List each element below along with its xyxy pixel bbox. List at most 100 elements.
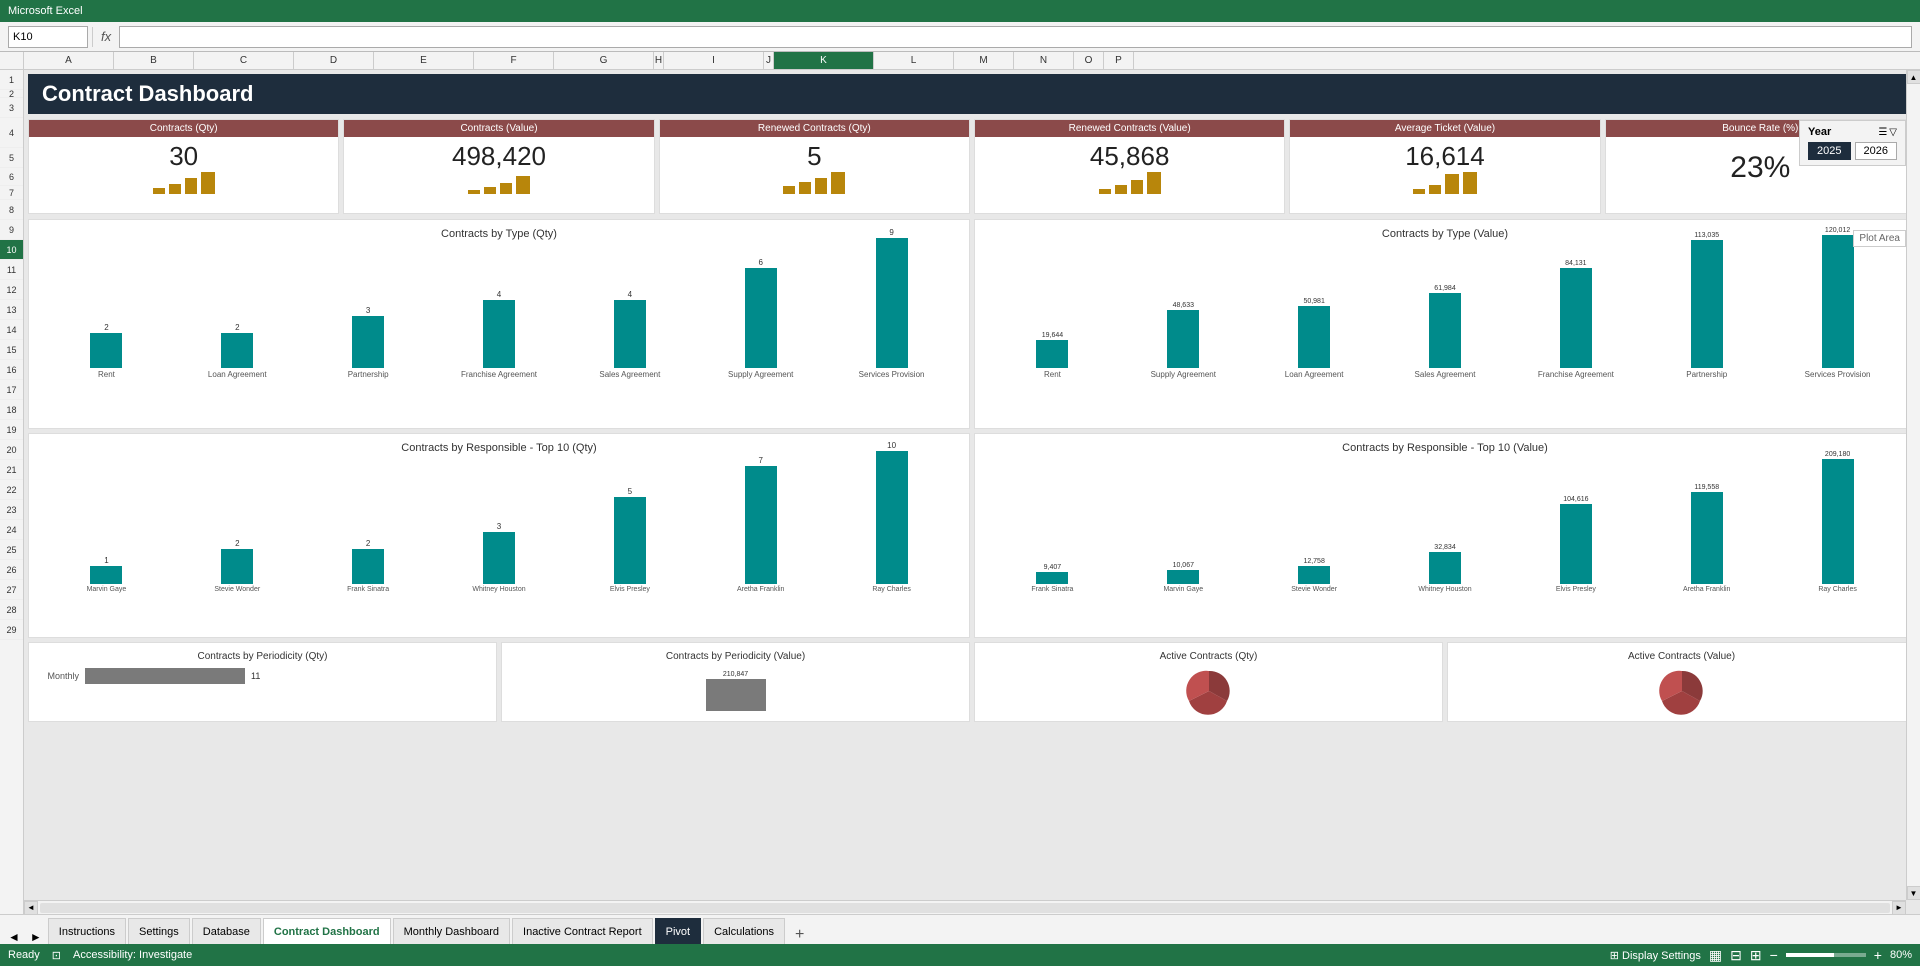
dashboard-title: Contract Dashboard [28, 74, 1916, 114]
col-header-h[interactable]: H [654, 52, 664, 69]
normal-view-icon[interactable]: ▦ [1709, 947, 1722, 964]
kpi-value-avg-ticket: 16,614 [1290, 137, 1599, 172]
dashboard-area: Contract Dashboard Contracts (Qty) 30 [24, 70, 1920, 914]
formula-bar-divider [92, 27, 93, 47]
scroll-down-btn[interactable]: ▼ [1907, 886, 1920, 900]
chart-type-qty-title: Contracts by Type (Qty) [37, 228, 961, 240]
col-header-g[interactable]: G [554, 52, 654, 69]
name-box[interactable]: K10 [8, 26, 88, 48]
scroll-left-btn[interactable]: ◄ [24, 901, 38, 915]
kpi-card-value: Contracts (Value) 498,420 [343, 119, 654, 214]
excel-topbar: Microsoft Excel [0, 0, 1920, 22]
chart-period-qty: Contracts by Periodicity (Qty) Monthly 1… [28, 642, 497, 722]
kpi-bars-qty [29, 172, 338, 194]
kpi-card-renewed-qty: Renewed Contracts (Qty) 5 [659, 119, 970, 214]
year-filter-funnel-icon[interactable]: ▽ [1889, 127, 1897, 138]
col-header-a[interactable]: A [24, 52, 114, 69]
scroll-right-btn[interactable]: ► [1892, 901, 1906, 915]
col-header-i[interactable]: I [664, 52, 764, 69]
charts-middle-row: Contracts by Responsible - Top 10 (Qty) … [28, 433, 1916, 638]
bar-group-sales: 4 Sales Agreement [564, 290, 695, 379]
col-header-b[interactable]: B [114, 52, 194, 69]
page-break-view-icon[interactable]: ⊞ [1750, 947, 1762, 964]
formula-bar[interactable] [119, 26, 1912, 48]
col-header-n[interactable]: N [1014, 52, 1074, 69]
charts-bottom-row: Contracts by Periodicity (Qty) Monthly 1… [28, 642, 1916, 722]
chart-resp-qty-bars: 1 Marvin Gaye 2 Stevie Wonder 2 Frank Si… [37, 458, 961, 613]
ribbon: K10 fx [0, 22, 1920, 52]
bar-val-loan: 50,981 Loan Agreement [1249, 298, 1380, 379]
kpi-bars-avg-ticket [1290, 172, 1599, 194]
col-header-f[interactable]: F [474, 52, 554, 69]
chart-period-value-bars: 210,847 [510, 666, 961, 711]
plot-area-label: Plot Area [1853, 230, 1906, 247]
kpi-header-avg-ticket: Average Ticket (Value) [1290, 120, 1599, 137]
bar-rq-whitney: 3 Whitney Houston [434, 522, 565, 593]
col-header-k[interactable]: K [774, 52, 874, 69]
tab-inactive-report[interactable]: Inactive Contract Report [512, 918, 653, 944]
year-buttons: 2025 2026 [1808, 142, 1897, 160]
tab-calculations[interactable]: Calculations [703, 918, 785, 944]
kpi-value-renewed-qty: 5 [660, 137, 969, 172]
chart-period-value: Contracts by Periodicity (Value) 210,847 [501, 642, 970, 722]
year-filter-list-icon[interactable]: ☰ [1878, 127, 1887, 138]
tab-pivot[interactable]: Pivot [655, 918, 701, 944]
horiz-bar-monthly [85, 668, 245, 684]
col-header-c[interactable]: C [194, 52, 294, 69]
zoom-out-icon[interactable]: − [1770, 947, 1778, 963]
kpi-header-value: Contracts (Value) [344, 120, 653, 137]
chart-active-qty: Active Contracts (Qty) [974, 642, 1443, 722]
col-header-l[interactable]: L [874, 52, 954, 69]
scroll-up-btn[interactable]: ▲ [1907, 70, 1920, 84]
charts-top-row: Contracts by Type (Qty) 2 Rent 2 Loan Ag… [28, 219, 1916, 429]
tab-instructions[interactable]: Instructions [48, 918, 126, 944]
display-settings-icon[interactable]: ⊞ Display Settings [1610, 949, 1701, 962]
tab-settings[interactable]: Settings [128, 918, 190, 944]
year-2026-button[interactable]: 2026 [1855, 142, 1897, 160]
bar-val-partnership: 113,035 Partnership [1641, 232, 1772, 379]
bar-val-franchise: 84,131 Franchise Agreement [1510, 260, 1641, 379]
col-header-m[interactable]: M [954, 52, 1014, 69]
bar-val-supply: 48,633 Supply Agreement [1118, 302, 1249, 379]
accessibility-text[interactable]: Accessibility: Investigate [73, 949, 192, 961]
kpi-header-renewed-qty: Renewed Contracts (Qty) [660, 120, 969, 137]
col-header-o[interactable]: O [1074, 52, 1104, 69]
tab-contract-dashboard[interactable]: Contract Dashboard [263, 918, 391, 944]
ready-status: Ready [8, 949, 40, 961]
col-header-j[interactable]: J [764, 52, 774, 69]
zoom-slider[interactable] [1786, 953, 1866, 957]
year-label: Year [1808, 126, 1831, 138]
page-layout-view-icon[interactable]: ⊟ [1730, 947, 1742, 964]
kpi-card-qty: Contracts (Qty) 30 [28, 119, 339, 214]
col-header-d[interactable]: D [294, 52, 374, 69]
chart-period-qty-title: Contracts by Periodicity (Qty) [37, 651, 488, 662]
app-title: Microsoft Excel [8, 5, 83, 17]
bar-group-partnership: 3 Partnership [303, 306, 434, 379]
zoom-in-icon[interactable]: + [1874, 947, 1882, 963]
scrollbar-horizontal[interactable]: ◄ ► [24, 900, 1906, 914]
tab-monthly-dashboard[interactable]: Monthly Dashboard [393, 918, 510, 944]
kpi-value-value: 498,420 [344, 137, 653, 172]
col-header-e[interactable]: E [374, 52, 474, 69]
col-header-p[interactable]: P [1104, 52, 1134, 69]
scrollbar-vertical[interactable]: ▲ ▼ [1906, 70, 1920, 900]
chart-type-value: Contracts by Type (Value) 19,644 Rent 48… [974, 219, 1916, 429]
status-bar: Ready ⊡ Accessibility: Investigate ⊞ Dis… [0, 944, 1920, 966]
col-headers-row: A B C D E F G H I J K L M N O P [0, 52, 1920, 70]
pie-active-qty [983, 666, 1434, 716]
tab-scroll-right[interactable]: ► [26, 930, 46, 944]
page-layout-icon[interactable]: ⊡ [52, 949, 61, 962]
kpi-bars-value [344, 172, 653, 194]
bar-val-sales: 61,984 Sales Agreement [1380, 285, 1511, 379]
bar-rv-ray: 209,180 Ray Charles [1772, 451, 1903, 593]
bar-rv-elvis: 104,616 Elvis Presley [1510, 496, 1641, 593]
pie-active-value [1456, 666, 1907, 716]
chart-active-value-title: Active Contracts (Value) [1456, 651, 1907, 662]
tab-scroll-left[interactable]: ◄ [4, 930, 24, 944]
tab-add-button[interactable]: + [787, 926, 812, 944]
horiz-bar-row: Monthly 11 [37, 668, 488, 684]
tab-database[interactable]: Database [192, 918, 261, 944]
year-2025-button[interactable]: 2025 [1808, 142, 1850, 160]
bar-rv-marvin: 10,067 Marvin Gaye [1118, 562, 1249, 593]
chart-resp-qty: Contracts by Responsible - Top 10 (Qty) … [28, 433, 970, 638]
